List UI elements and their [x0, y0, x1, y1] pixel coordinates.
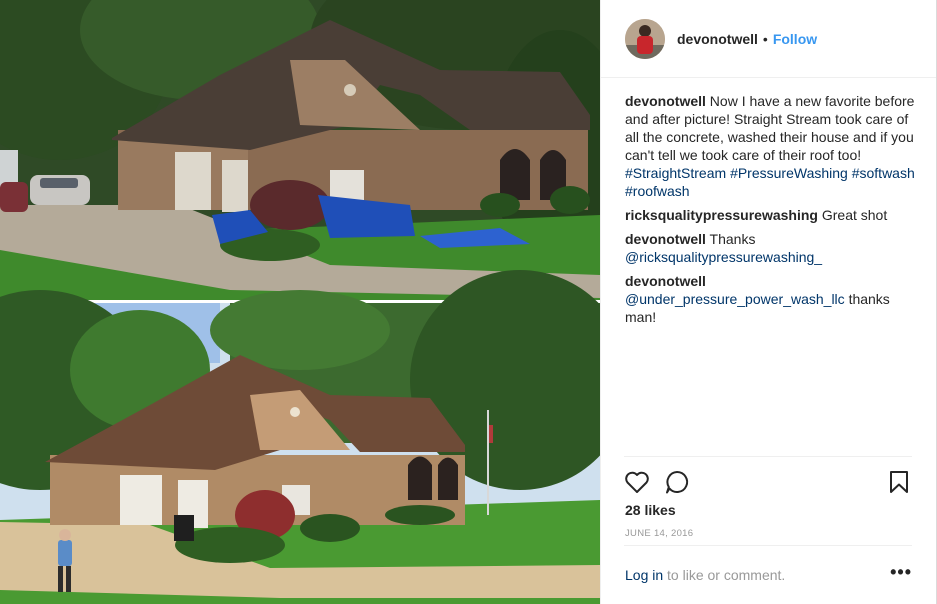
avatar[interactable]: [625, 18, 665, 59]
post-side-panel: devonotwell • Follow devonotwell Now I h…: [600, 0, 937, 604]
before-after-image: [0, 0, 600, 604]
mention-link[interactable]: @under_pressure_power_wash_llc: [625, 291, 845, 307]
post-author-username[interactable]: devonotwell: [677, 31, 758, 47]
comment-item: ricksqualitypressurewashing Great shot: [625, 206, 918, 224]
post-date[interactable]: JUNE 14, 2016: [625, 528, 693, 539]
comment-item: devonotwell Thanks @ricksqualitypressure…: [625, 230, 918, 266]
comment-item: devonotwell @under_pressure_power_wash_l…: [625, 272, 918, 326]
speech-bubble-icon[interactable]: [664, 469, 690, 495]
caption-comment: devonotwell Now I have a new favorite be…: [625, 92, 918, 200]
avatar-image: [625, 18, 665, 59]
login-prompt: Log in to like or comment.: [625, 567, 785, 583]
heart-outline-icon[interactable]: [624, 469, 650, 495]
mention-link[interactable]: @ricksqualitypressurewashing_: [625, 249, 822, 265]
login-link[interactable]: Log in: [625, 567, 663, 583]
comment-text: Great shot: [821, 207, 888, 223]
post-header: devonotwell • Follow: [601, 0, 936, 78]
comment-username[interactable]: devonotwell: [625, 93, 706, 109]
comment-footer: Log in to like or comment. •••: [624, 545, 912, 603]
comments-list: devonotwell Now I have a new favorite be…: [625, 92, 918, 332]
follow-button[interactable]: Follow: [773, 31, 817, 47]
hashtag-link[interactable]: #softwash: [852, 165, 915, 181]
post-photo[interactable]: [0, 0, 600, 604]
hashtag-link[interactable]: #StraightStream: [625, 165, 726, 181]
comment-username[interactable]: ricksqualitypressurewashing: [625, 207, 818, 223]
separator-dot: •: [762, 30, 768, 47]
action-bar: [624, 456, 912, 504]
comment-username[interactable]: devonotwell: [625, 231, 706, 247]
comment-username[interactable]: devonotwell: [625, 273, 706, 289]
likes-count[interactable]: 28 likes: [625, 502, 676, 518]
hashtag-link[interactable]: #PressureWashing: [730, 165, 848, 181]
comment-text: Thanks: [709, 231, 756, 247]
hashtag-link[interactable]: #roofwash: [625, 183, 690, 199]
more-options-button[interactable]: •••: [890, 562, 912, 583]
login-prompt-text: to like or comment.: [667, 567, 786, 583]
bookmark-outline-icon[interactable]: [886, 469, 912, 495]
